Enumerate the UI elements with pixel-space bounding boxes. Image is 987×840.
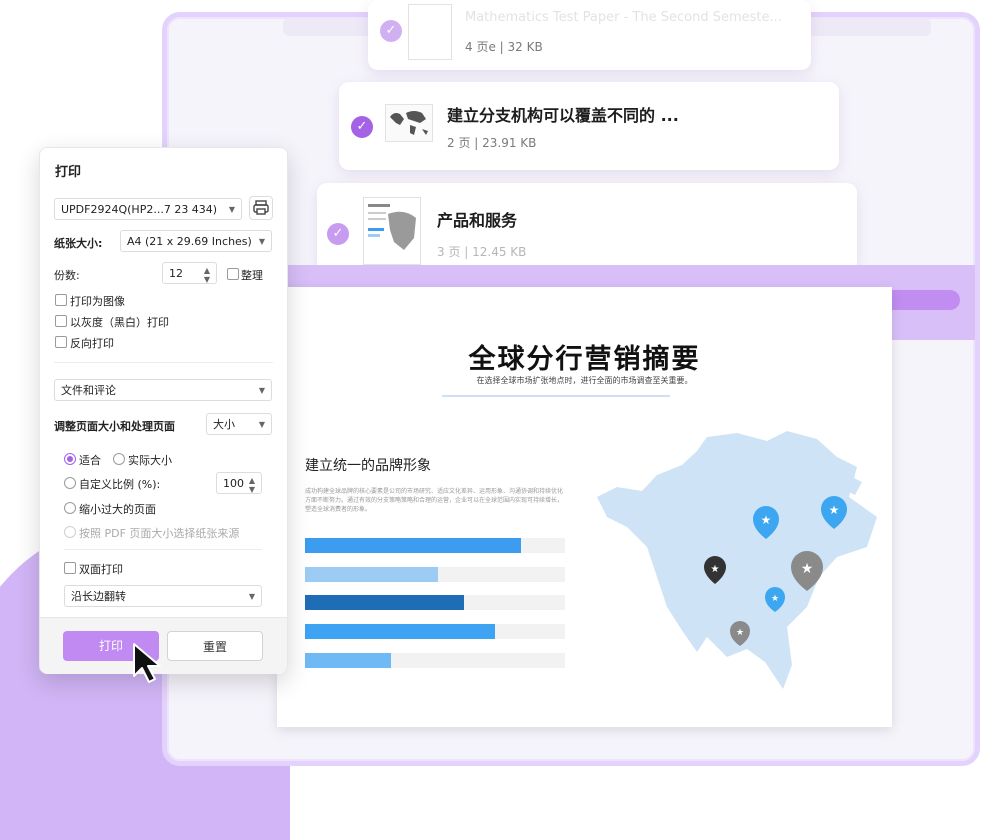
bar-track-5 [305,653,565,668]
bar-track-2 [305,567,565,582]
paper-size-label: 纸张大小: [54,237,103,250]
custom-scale-stepper[interactable]: 100 ▲ ▼ [216,472,262,494]
page-sizing-value: 大小 [213,418,235,431]
title-underline [442,395,670,397]
bar-track-4 [305,624,565,639]
custom-scale-label: 自定义比例 (%): [79,478,161,491]
duplex-checkbox[interactable] [64,562,76,574]
reverse-checkbox[interactable] [55,336,67,348]
svg-text:★: ★ [736,628,744,638]
paper-size-select[interactable]: A4 (21 x 29.69 Inches) ▼ [120,230,272,252]
svg-text:★: ★ [761,513,772,527]
section-text: 成功构建全球品牌的核心要素是公司的市场研究、适应文化差异、运用形象、沟通协调和持… [305,488,564,513]
svg-text:★: ★ [771,594,779,604]
fit-radio[interactable] [64,453,76,465]
shrink-radio[interactable] [64,502,76,514]
section-title: 建立统一的品牌形象 [305,458,431,474]
svg-text:★: ★ [829,503,840,517]
choose-by-pdf-radio [64,526,76,538]
bar-fill-5 [305,653,391,668]
copies-value: 12 [169,267,183,280]
file-thumbnail [385,104,433,142]
svg-text:★: ★ [711,564,720,575]
chevron-down-icon: ▼ [258,420,265,429]
file-pages: 4 页e [465,40,496,54]
file-thumbnail [363,197,421,265]
chevron-down-icon: ▼ [228,205,235,214]
chevron-down-icon: ▼ [258,237,265,246]
dialog-title: 打印 [55,165,82,180]
file-thumbnail [408,4,452,60]
shrink-label: 缩小过大的页面 [79,503,156,516]
file-card-2[interactable]: ✓ 建立分支机构可以覆盖不同的 ... 2 页 | 23.91 KB [339,82,839,170]
printer-icon [253,200,269,215]
grayscale-label: 以灰度（黑白）打印 [70,316,169,329]
custom-scale-value: 100 [223,477,244,490]
document-title: 全球分行营销摘要 [468,344,701,375]
file-pages: 3 页 [437,245,461,259]
paper-size-value: A4 (21 x 29.69 Inches) [127,235,252,248]
world-map-icon [386,105,432,141]
print-as-image-label: 打印为图像 [70,295,125,308]
map-thumbnail-icon [364,198,420,264]
file-size: 12.45 KB [472,245,527,259]
file-title: 产品和服务 [437,211,518,230]
printer-select[interactable]: UPDF2924Q(HP2...7 23 434) ▼ [54,198,242,220]
reverse-label: 反向打印 [70,337,114,350]
file-card-3[interactable]: ✓ 产品和服务 3 页 | 12.45 KB [317,183,857,273]
reset-button[interactable]: 重置 [167,631,263,661]
duplex-label: 双面打印 [79,563,123,576]
file-size: 23.91 KB [482,136,537,150]
copies-stepper[interactable]: 12 ▲ ▼ [162,262,217,284]
stepper-arrows-icon[interactable]: ▲ ▼ [249,476,255,494]
bar-track-3 [305,595,565,610]
collate-checkbox[interactable] [227,268,239,280]
choose-by-pdf-label: 按照 PDF 页面大小选择纸张来源 [79,527,240,540]
collate-label: 整理 [241,269,263,282]
bar-track-1 [305,538,565,553]
north-america-map: ★ ★ ★ ★ ★ ★ [597,431,877,689]
file-meta: 3 页 | 12.45 KB [437,245,527,259]
fit-label: 适合 [79,454,101,467]
custom-scale-radio[interactable] [64,477,76,489]
stepper-arrows-icon[interactable]: ▲ ▼ [204,266,210,284]
actual-size-label: 实际大小 [128,454,172,467]
file-card-1[interactable]: ✓ Mathematics Test Paper - The Second Se… [368,0,811,70]
file-meta: 2 页 | 23.91 KB [447,136,537,150]
check-icon: ✓ [351,116,373,138]
file-meta: 4 页e | 32 KB [465,40,543,54]
check-icon: ✓ [380,20,402,42]
document-subtitle: 在选择全球市场扩张地点时，进行全面的市场调查至关重要。 [476,376,693,385]
bar-fill-2 [305,567,438,582]
mouse-cursor-icon [133,643,161,683]
flip-select[interactable]: 沿长边翻转 ▼ [64,585,262,607]
chevron-down-icon: ▼ [258,386,265,395]
flip-value: 沿长边翻转 [71,590,126,603]
file-pages: 2 页 [447,136,471,150]
grayscale-checkbox[interactable] [55,315,67,327]
check-icon: ✓ [327,223,349,245]
divider [54,362,273,363]
bar-fill-3 [305,595,464,610]
chevron-down-icon: ▼ [248,592,255,601]
file-title: 建立分支机构可以覆盖不同的 ... [447,106,679,125]
file-title: Mathematics Test Paper - The Second Seme… [465,10,782,25]
bar-fill-4 [305,624,495,639]
actual-size-radio[interactable] [113,453,125,465]
bar-fill-1 [305,538,521,553]
svg-text:★: ★ [801,561,814,577]
printer-value: UPDF2924Q(HP2...7 23 434) [61,203,218,216]
document-preview: 全球分行营销摘要 在选择全球市场扩张地点时，进行全面的市场调查至关重要。 建立统… [277,287,892,727]
print-dialog: 打印 UPDF2924Q(HP2...7 23 434) ▼ 纸张大小: A4 … [39,147,288,674]
page-sizing-label: 调整页面大小和处理页面 [54,420,175,433]
content-select[interactable]: 文件和评论 ▼ [54,379,272,401]
divider [64,549,262,550]
print-as-image-checkbox[interactable] [55,294,67,306]
file-size: 32 KB [507,40,543,54]
content-value: 文件和评论 [61,384,116,397]
copies-label: 份数: [54,269,80,282]
page-sizing-select[interactable]: 大小 ▼ [206,413,272,435]
printer-properties-button[interactable] [249,196,273,220]
